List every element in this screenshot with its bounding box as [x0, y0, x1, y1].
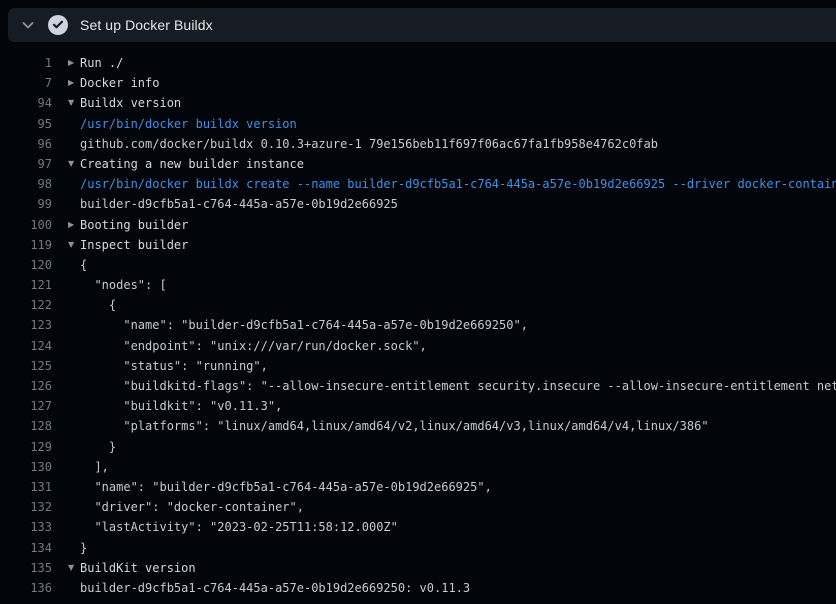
group-toggle-icon: ▶ [68, 215, 80, 235]
log-text: "name": "builder-d9cfb5a1-c764-445a-a57e… [80, 477, 492, 497]
line-number[interactable]: 94 [8, 93, 52, 113]
log-line: 134 } [0, 538, 836, 558]
log-text: "nodes": [ [80, 275, 167, 295]
log-text: /usr/bin/docker buildx create --name bui… [80, 174, 836, 194]
log-text: "driver": "docker-container", [80, 497, 304, 517]
log-line: 123 "name": "builder-d9cfb5a1-c764-445a-… [0, 315, 836, 335]
log-text: Run ./ [80, 53, 123, 73]
group-toggle-icon: ▶ [68, 53, 80, 73]
log-text: builder-d9cfb5a1-c764-445a-a57e-0b19d2e6… [80, 194, 398, 214]
line-number[interactable]: 122 [8, 295, 52, 315]
step-header[interactable]: Set up Docker Buildx [8, 8, 836, 42]
log-text: Creating a new builder instance [80, 154, 304, 174]
chevron-down-icon [20, 17, 36, 33]
log-line[interactable]: 94 ▼ Buildx version [0, 93, 836, 113]
log-text: "name": "builder-d9cfb5a1-c764-445a-a57e… [80, 315, 528, 335]
log-line: 126 "buildkitd-flags": "--allow-insecure… [0, 376, 836, 396]
log-text: "buildkitd-flags": "--allow-insecure-ent… [80, 376, 836, 396]
line-number[interactable]: 120 [8, 255, 52, 275]
log-text: } [80, 538, 87, 558]
group-toggle-icon: ▼ [68, 154, 80, 174]
log-line[interactable]: 7 ▶ Docker info [0, 73, 836, 93]
line-number[interactable]: 123 [8, 315, 52, 335]
line-number[interactable]: 134 [8, 538, 52, 558]
line-number[interactable]: 121 [8, 275, 52, 295]
log-line[interactable]: 97 ▼ Creating a new builder instance [0, 154, 836, 174]
step-title: Set up Docker Buildx [80, 17, 213, 33]
line-number[interactable]: 125 [8, 356, 52, 376]
log-line: 131 "name": "builder-d9cfb5a1-c764-445a-… [0, 477, 836, 497]
log-line: 95 /usr/bin/docker buildx version [0, 114, 836, 134]
line-number[interactable]: 119 [8, 235, 52, 255]
log-text: "endpoint": "unix:///var/run/docker.sock… [80, 336, 427, 356]
line-number[interactable]: 135 [8, 558, 52, 578]
log-line[interactable]: 119 ▼ Inspect builder [0, 235, 836, 255]
log-line: 127 "buildkit": "v0.11.3", [0, 396, 836, 416]
log-line: 125 "status": "running", [0, 356, 836, 376]
line-number[interactable]: 133 [8, 517, 52, 537]
log-text: { [80, 255, 87, 275]
log-line: 133 "lastActivity": "2023-02-25T11:58:12… [0, 517, 836, 537]
log-text: Buildx version [80, 93, 181, 113]
line-number[interactable]: 126 [8, 376, 52, 396]
group-toggle-icon: ▼ [68, 558, 80, 578]
line-number[interactable]: 130 [8, 457, 52, 477]
log-text: } [80, 437, 116, 457]
log-text: "platforms": "linux/amd64,linux/amd64/v2… [80, 416, 709, 436]
line-number[interactable]: 95 [8, 114, 52, 134]
log-line: 132 "driver": "docker-container", [0, 497, 836, 517]
log-text: "lastActivity": "2023-02-25T11:58:12.000… [80, 517, 398, 537]
log-line: 124 "endpoint": "unix:///var/run/docker.… [0, 336, 836, 356]
log-line[interactable]: 1 ▶ Run ./ [0, 53, 836, 73]
line-number[interactable]: 97 [8, 154, 52, 174]
group-toggle-icon: ▼ [68, 93, 80, 113]
line-number[interactable]: 7 [8, 73, 52, 93]
log-line: 128 "platforms": "linux/amd64,linux/amd6… [0, 416, 836, 436]
line-number[interactable]: 96 [8, 134, 52, 154]
group-toggle-icon: ▼ [68, 235, 80, 255]
log-text: Booting builder [80, 215, 188, 235]
log-line[interactable]: 135 ▼ BuildKit version [0, 558, 836, 578]
log-line: 136 builder-d9cfb5a1-c764-445a-a57e-0b19… [0, 578, 836, 598]
log-text: github.com/docker/buildx 0.10.3+azure-1 … [80, 134, 658, 154]
log-line: 122 { [0, 295, 836, 315]
log-line: 99 builder-d9cfb5a1-c764-445a-a57e-0b19d… [0, 194, 836, 214]
log-line: 130 ], [0, 457, 836, 477]
log-text: /usr/bin/docker buildx version [80, 114, 297, 134]
log-text: Docker info [80, 73, 159, 93]
group-toggle-icon: ▶ [68, 73, 80, 93]
line-number[interactable]: 127 [8, 396, 52, 416]
line-number[interactable]: 129 [8, 437, 52, 457]
log-line: 98 /usr/bin/docker buildx create --name … [0, 174, 836, 194]
check-circle-icon [48, 15, 68, 35]
line-number[interactable]: 1 [8, 53, 52, 73]
log-text: Inspect builder [80, 235, 188, 255]
line-number[interactable]: 99 [8, 194, 52, 214]
log-text: "buildkit": "v0.11.3", [80, 396, 282, 416]
log-text: builder-d9cfb5a1-c764-445a-a57e-0b19d2e6… [80, 578, 470, 598]
line-number[interactable]: 100 [8, 215, 52, 235]
line-number[interactable]: 132 [8, 497, 52, 517]
log-text: { [80, 295, 116, 315]
line-number[interactable]: 128 [8, 416, 52, 436]
log-text: ], [80, 457, 109, 477]
log-text: "status": "running", [80, 356, 268, 376]
line-number[interactable]: 124 [8, 336, 52, 356]
log-line: 121 "nodes": [ [0, 275, 836, 295]
line-number[interactable]: 136 [8, 578, 52, 598]
log-line[interactable]: 100 ▶ Booting builder [0, 215, 836, 235]
log-line: 129 } [0, 437, 836, 457]
line-number[interactable]: 98 [8, 174, 52, 194]
log-text: BuildKit version [80, 558, 196, 578]
log-viewer: 1 ▶ Run ./ 7 ▶ Docker info 94 ▼ Buildx v… [0, 53, 836, 598]
line-number[interactable]: 131 [8, 477, 52, 497]
log-line: 96 github.com/docker/buildx 0.10.3+azure… [0, 134, 836, 154]
log-line: 120 { [0, 255, 836, 275]
